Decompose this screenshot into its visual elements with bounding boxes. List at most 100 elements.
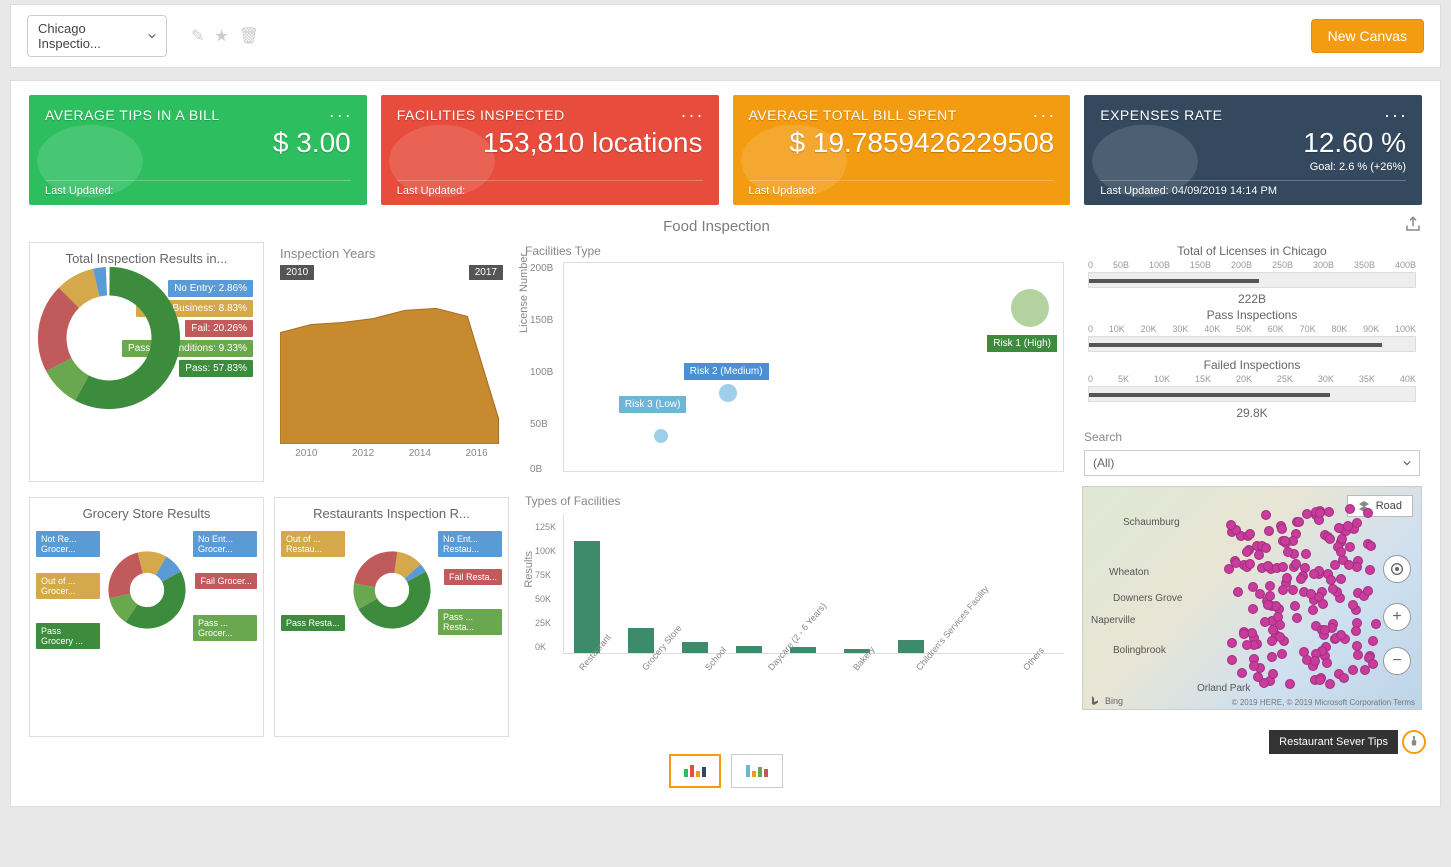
restaurant-results-panel[interactable]: Restaurants Inspection R... Out of ... R… (274, 497, 509, 737)
toolbar-actions: ✎ ★ 🗑 (191, 26, 259, 46)
map-point (1263, 600, 1273, 610)
new-canvas-button[interactable]: New Canvas (1311, 19, 1424, 53)
map-point (1239, 629, 1249, 639)
map-point (1248, 604, 1258, 614)
panel-title: Inspection Years (274, 242, 509, 265)
page-thumb-2[interactable] (731, 754, 783, 788)
total-results-panel[interactable]: Total Inspection Results in... No Entry:… (29, 242, 264, 482)
card-footer: Last Updated: (749, 180, 1055, 197)
map-point (1310, 656, 1320, 666)
map-point (1226, 520, 1236, 530)
card-menu-icon[interactable]: ··· (681, 105, 705, 126)
panel-title: Types of Facilities (521, 492, 1070, 510)
search-dropdown[interactable]: (All) (1084, 450, 1420, 476)
dashboard: ··· AVERAGE TIPS IN A BILL $ 3.00 Last U… (10, 80, 1441, 807)
caret-down-icon (1403, 459, 1411, 467)
edit-icon[interactable]: ✎ (191, 26, 204, 46)
donut-chart: Out of ... Restau... No Ent... Restau...… (275, 525, 508, 715)
map-point (1227, 655, 1237, 665)
kpi-card-3[interactable]: ··· EXPENSES RATE 12.60 % Goal: 2.6 % (+… (1084, 95, 1422, 205)
card-value: $ 3.00 (45, 127, 351, 159)
kpi-card-0[interactable]: ··· AVERAGE TIPS IN A BILL $ 3.00 Last U… (29, 95, 367, 205)
map-city-label: Wheaton (1109, 567, 1149, 578)
trash-icon[interactable]: 🗑 (239, 26, 259, 46)
area-chart (274, 280, 509, 448)
card-title: AVERAGE TIPS IN A BILL (45, 107, 351, 123)
map-point (1315, 675, 1325, 685)
x-axis-labels: RestaurantGrocery StoreSchoolDaycare (2 … (563, 656, 1070, 738)
bubble-risk3 (654, 429, 668, 443)
map-point (1245, 559, 1255, 569)
x-tick: 2014 (409, 448, 431, 459)
year-start: 2010 (280, 265, 314, 280)
map-point (1330, 560, 1340, 570)
cursor-indicator-icon (1402, 730, 1426, 754)
kpi-card-2[interactable]: ··· AVERAGE TOTAL BILL SPENT $ 19.785942… (733, 95, 1071, 205)
y-tick: 25K (535, 618, 551, 628)
tag: Pass ... Resta... (438, 609, 502, 635)
card-menu-icon[interactable]: ··· (1384, 105, 1408, 126)
bullet-value: 222B (1086, 292, 1418, 306)
map-attribution: Bing (1089, 695, 1123, 707)
card-menu-icon[interactable]: ··· (1032, 105, 1056, 126)
map-point (1352, 641, 1362, 651)
bullet-title: Total of Licenses in Chicago (1086, 242, 1418, 260)
bar-chart (563, 514, 1064, 654)
y-axis-label: Results (523, 551, 535, 588)
search-value: (All) (1093, 456, 1114, 470)
map-point (1366, 541, 1376, 551)
y-tick: 0K (535, 642, 546, 652)
inspection-years-panel[interactable]: Inspection Years 2010 2017 2010201220142… (274, 242, 509, 482)
tag: No Ent... Restau... (438, 531, 502, 557)
map-point (1339, 673, 1349, 683)
facilities-type-panel[interactable]: Facilities Type License Number 200B 150B… (521, 242, 1070, 482)
bullet-value: 29.8K (1086, 406, 1418, 420)
map-panel[interactable]: Road + − Schaumburg Wheaton Downers Grov… (1082, 486, 1422, 710)
map-point (1308, 605, 1318, 615)
map-point (1345, 542, 1355, 552)
bullet-chart[interactable]: Failed Inspections 05K10K15K20K25K30K35K… (1082, 356, 1422, 420)
map-points (1183, 497, 1393, 697)
map-point (1245, 529, 1255, 539)
share-icon[interactable] (1404, 215, 1422, 238)
map-point (1242, 640, 1252, 650)
bullet-chart[interactable]: Total of Licenses in Chicago 050B100B150… (1082, 242, 1422, 306)
map-point (1345, 504, 1355, 514)
map-point (1277, 649, 1287, 659)
map-copyright: © 2019 HERE, © 2019 Microsoft Corporatio… (1232, 698, 1415, 707)
canvas-selector[interactable]: Chicago Inspectio... (27, 15, 167, 57)
bullet-track (1088, 386, 1416, 402)
bar (574, 541, 600, 653)
card-footer: Last Updated: (397, 180, 703, 197)
search-label: Search (1084, 430, 1420, 444)
card-menu-icon[interactable]: ··· (329, 105, 353, 126)
scatter-chart: License Number 200B 150B 100B 50B 0B Ris… (563, 262, 1064, 472)
tag: Not Re... Grocer... (36, 531, 100, 557)
y-tick: 50B (530, 419, 548, 430)
y-tick: 125K (535, 522, 556, 532)
x-tick: 2010 (295, 448, 317, 459)
star-icon[interactable]: ★ (214, 26, 228, 46)
middle-column: Facilities Type License Number 200B 150B… (521, 242, 1070, 742)
bing-icon (1089, 695, 1101, 707)
bullet-chart[interactable]: Pass Inspections 010K20K30K40K50K60K70K8… (1082, 306, 1422, 352)
page-thumbnails (29, 754, 1422, 788)
map-point (1352, 562, 1362, 572)
tag: Out of ... Grocer... (36, 573, 100, 599)
y-tick: 100K (535, 546, 556, 556)
card-title: EXPENSES RATE (1100, 107, 1406, 123)
grocery-results-panel[interactable]: Grocery Store Results Not Re... Grocer..… (29, 497, 264, 737)
bullet-scale: 050B100B150B200B250B300B350B400B (1086, 260, 1418, 270)
map-point (1278, 585, 1288, 595)
map-point (1264, 526, 1274, 536)
types-facilities-panel[interactable]: Types of Facilities Results 125K100K75K5… (521, 492, 1070, 742)
y-tick: 150B (530, 315, 553, 326)
bar (898, 640, 924, 653)
map-point (1363, 508, 1373, 518)
tag: No Ent... Grocer... (193, 531, 257, 557)
kpi-card-1[interactable]: ··· FACILITIES INSPECTED 153,810 locatio… (381, 95, 719, 205)
bar (736, 646, 762, 653)
legend-item: Fail: 20.26% (185, 320, 253, 337)
page-thumb-1[interactable] (669, 754, 721, 788)
map-point (1322, 658, 1332, 668)
